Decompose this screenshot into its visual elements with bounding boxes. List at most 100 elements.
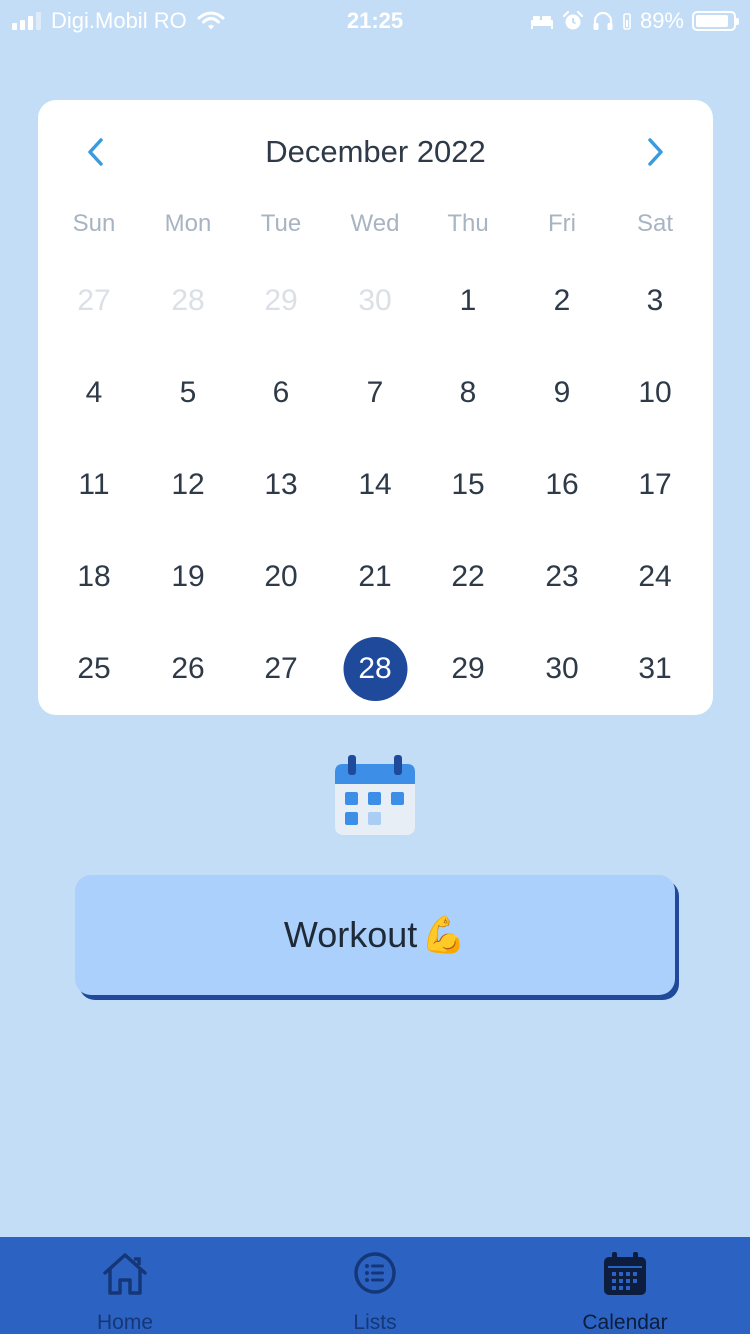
battery-charge-icon: [623, 13, 631, 30]
battery-level: [696, 15, 728, 27]
day-number: 3: [646, 284, 664, 317]
day-cell[interactable]: 1: [422, 269, 515, 333]
day-number: 24: [638, 560, 672, 593]
day-cell[interactable]: 6: [235, 361, 328, 425]
day-number: 30: [358, 284, 392, 317]
battery-percent: 89%: [639, 8, 684, 33]
day-number: 25: [77, 652, 111, 685]
day-cell[interactable]: 15: [422, 453, 515, 517]
day-cell[interactable]: 13: [235, 453, 328, 517]
day-number: 31: [638, 652, 672, 685]
day-cell[interactable]: 20: [235, 545, 328, 609]
day-cell[interactable]: 9: [516, 361, 609, 425]
day-number: 21: [358, 560, 392, 593]
day-cell[interactable]: 5: [142, 361, 235, 425]
day-cell[interactable]: 23: [516, 545, 609, 609]
tab-home-label: Home: [96, 1311, 154, 1334]
day-number: 2: [553, 284, 571, 317]
day-number: 28: [171, 284, 205, 317]
battery-icon: [692, 11, 739, 31]
tab-lists-label: Lists: [353, 1311, 397, 1334]
day-cell-selected[interactable]: 28: [329, 637, 422, 701]
day-number: 16: [545, 468, 579, 501]
day-number: 11: [78, 468, 110, 501]
day-number: 15: [451, 468, 485, 501]
day-number: 27: [264, 652, 298, 685]
calendar-grid: Sun Mon Tue Wed Thu Fri Sat 27 28 29 30 1 2 3 4 5 6 7 8 9 10…: [38, 100, 713, 715]
day-cell-outside-month[interactable]: 30: [329, 269, 422, 333]
tab-lists[interactable]: Lists: [250, 1237, 500, 1334]
calendar-card: December 2022 Sun Mon Tue Wed Thu Fri Sat 27 28 2…: [38, 100, 713, 715]
day-cell[interactable]: 26: [142, 637, 235, 701]
day-cell[interactable]: 22: [422, 545, 515, 609]
day-cell[interactable]: 17: [609, 453, 702, 517]
weekday-header: Mon: [164, 210, 212, 237]
day-number: 23: [545, 560, 579, 593]
day-number: 6: [272, 376, 290, 409]
day-number: 22: [451, 560, 485, 593]
calendar-icon: [335, 755, 415, 835]
day-cell[interactable]: 30: [516, 637, 609, 701]
status-right: 89%: [530, 8, 739, 34]
day-cell[interactable]: 24: [609, 545, 702, 609]
day-number: 26: [171, 652, 205, 685]
day-number: 19: [171, 560, 205, 593]
day-cell[interactable]: 29: [422, 637, 515, 701]
workout-button[interactable]: Workout 💪: [75, 875, 675, 995]
workout-label: Workout: [283, 914, 418, 955]
day-number: 7: [366, 376, 384, 409]
tab-calendar[interactable]: Calendar: [500, 1237, 750, 1334]
day-cell[interactable]: 10: [609, 361, 702, 425]
day-number: 28: [358, 652, 392, 685]
day-number: 30: [545, 652, 579, 685]
day-cell[interactable]: 11: [48, 453, 141, 517]
day-cell[interactable]: 21: [329, 545, 422, 609]
day-cell[interactable]: 12: [142, 453, 235, 517]
status-bar: Digi.Mobil RO 21:25 89%: [0, 0, 750, 40]
day-number: 9: [553, 376, 571, 409]
day-number: 27: [77, 284, 111, 317]
day-cell[interactable]: 7: [329, 361, 422, 425]
flexed-biceps-icon: 💪: [421, 914, 467, 955]
day-cell[interactable]: 14: [329, 453, 422, 517]
day-number: 1: [459, 284, 477, 317]
weekday-header: Tue: [260, 210, 302, 237]
day-cell[interactable]: 25: [48, 637, 141, 701]
day-number: 29: [264, 284, 298, 317]
weekday-header: Wed: [350, 210, 400, 237]
day-cell-outside-month[interactable]: 29: [235, 269, 328, 333]
weekday-header: Sun: [72, 210, 116, 237]
home-icon: [103, 1253, 147, 1295]
day-cell[interactable]: 4: [48, 361, 141, 425]
day-number: 17: [638, 468, 672, 501]
tab-home[interactable]: Home: [0, 1237, 250, 1334]
day-cell[interactable]: 31: [609, 637, 702, 701]
day-number: 29: [451, 652, 485, 685]
bed-icon: [530, 16, 553, 29]
day-number: 8: [459, 376, 477, 409]
day-number: 14: [358, 468, 392, 501]
headphones-icon: [593, 11, 613, 30]
day-number: 12: [171, 468, 205, 501]
day-cell-outside-month[interactable]: 27: [48, 269, 141, 333]
day-number: 13: [264, 468, 298, 501]
weekday-header: Sat: [636, 210, 674, 237]
day-number: 4: [85, 376, 103, 409]
day-cell[interactable]: 19: [142, 545, 235, 609]
weekday-header: Fri: [548, 210, 576, 237]
day-cell-outside-month[interactable]: 28: [142, 269, 235, 333]
calendar-tab-icon: [604, 1252, 646, 1295]
day-cell[interactable]: 18: [48, 545, 141, 609]
day-cell[interactable]: 27: [235, 637, 328, 701]
list-icon: [354, 1252, 396, 1294]
tab-calendar-label: Calendar: [582, 1311, 668, 1334]
day-cell[interactable]: 2: [516, 269, 609, 333]
alarm-icon: [562, 10, 584, 30]
day-cell[interactable]: 3: [609, 269, 702, 333]
tab-bar: Home Lists Calendar: [0, 1237, 750, 1334]
day-number: 20: [264, 560, 298, 593]
day-cell[interactable]: 8: [422, 361, 515, 425]
day-number: 10: [638, 376, 672, 409]
day-number: 5: [179, 376, 197, 409]
day-cell[interactable]: 16: [516, 453, 609, 517]
